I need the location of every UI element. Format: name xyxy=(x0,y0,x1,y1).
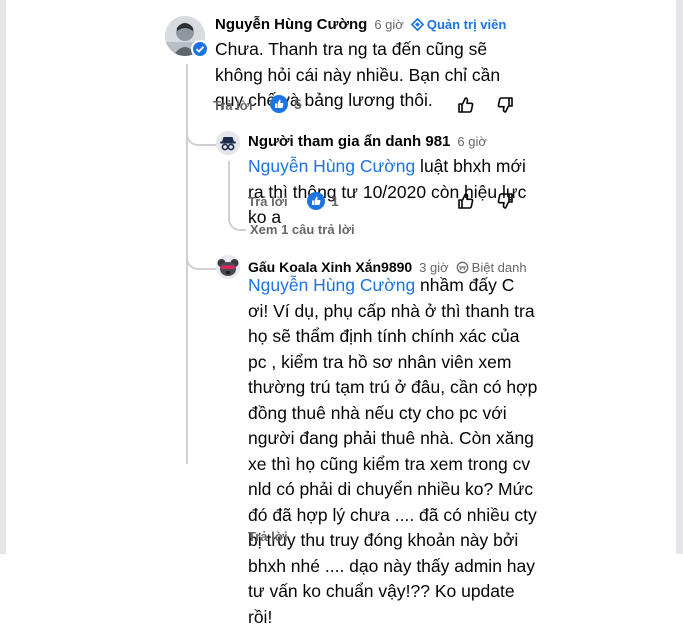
reaction-summary[interactable]: 1 xyxy=(307,192,339,210)
anonymous-avatar[interactable] xyxy=(216,131,240,155)
comment-time[interactable]: 6 giờ xyxy=(374,17,404,32)
thread-branch xyxy=(186,130,216,146)
reply-button[interactable]: Trả lời xyxy=(248,194,288,209)
admin-badge-icon xyxy=(410,18,424,31)
verified-icon xyxy=(191,40,209,58)
mention-link[interactable]: Nguyễn Hùng Cường xyxy=(248,275,415,295)
like-reaction-icon xyxy=(307,192,325,210)
reply-button[interactable]: Trả lời xyxy=(248,529,288,544)
view-replies-link[interactable]: Xem 1 câu trả lời xyxy=(250,222,355,237)
comment-text: Nguyễn Hùng Cường nhầm đấy C ơi! Ví dụ, … xyxy=(248,275,538,627)
window-edge-left xyxy=(0,0,6,554)
thread-line xyxy=(228,161,230,213)
mention-link[interactable]: Nguyễn Hùng Cường xyxy=(248,156,415,176)
thread-branch xyxy=(186,254,216,270)
like-reaction-icon xyxy=(270,95,288,113)
like-icon[interactable] xyxy=(456,95,476,115)
reaction-summary[interactable]: 5 xyxy=(270,95,302,113)
comment-author[interactable]: Người tham gia ẩn danh 981 xyxy=(248,133,450,150)
reaction-count: 1 xyxy=(331,193,339,209)
dislike-icon[interactable] xyxy=(495,95,515,115)
window-edge-right xyxy=(676,0,683,554)
comment-author[interactable]: Nguyễn Hùng Cường xyxy=(215,16,367,33)
comment-time[interactable]: 6 giờ xyxy=(457,134,487,149)
nickname-badge-icon xyxy=(456,261,469,273)
reaction-count: 5 xyxy=(294,96,302,112)
admin-badge: Quản trị viên xyxy=(410,17,507,32)
koala-avatar[interactable] xyxy=(216,255,240,279)
like-icon[interactable] xyxy=(456,191,476,211)
admin-badge-label: Quản trị viên xyxy=(426,17,507,32)
reply-button[interactable]: Trả lời xyxy=(213,98,253,113)
thread-branch xyxy=(228,213,246,231)
dislike-icon[interactable] xyxy=(495,191,515,211)
